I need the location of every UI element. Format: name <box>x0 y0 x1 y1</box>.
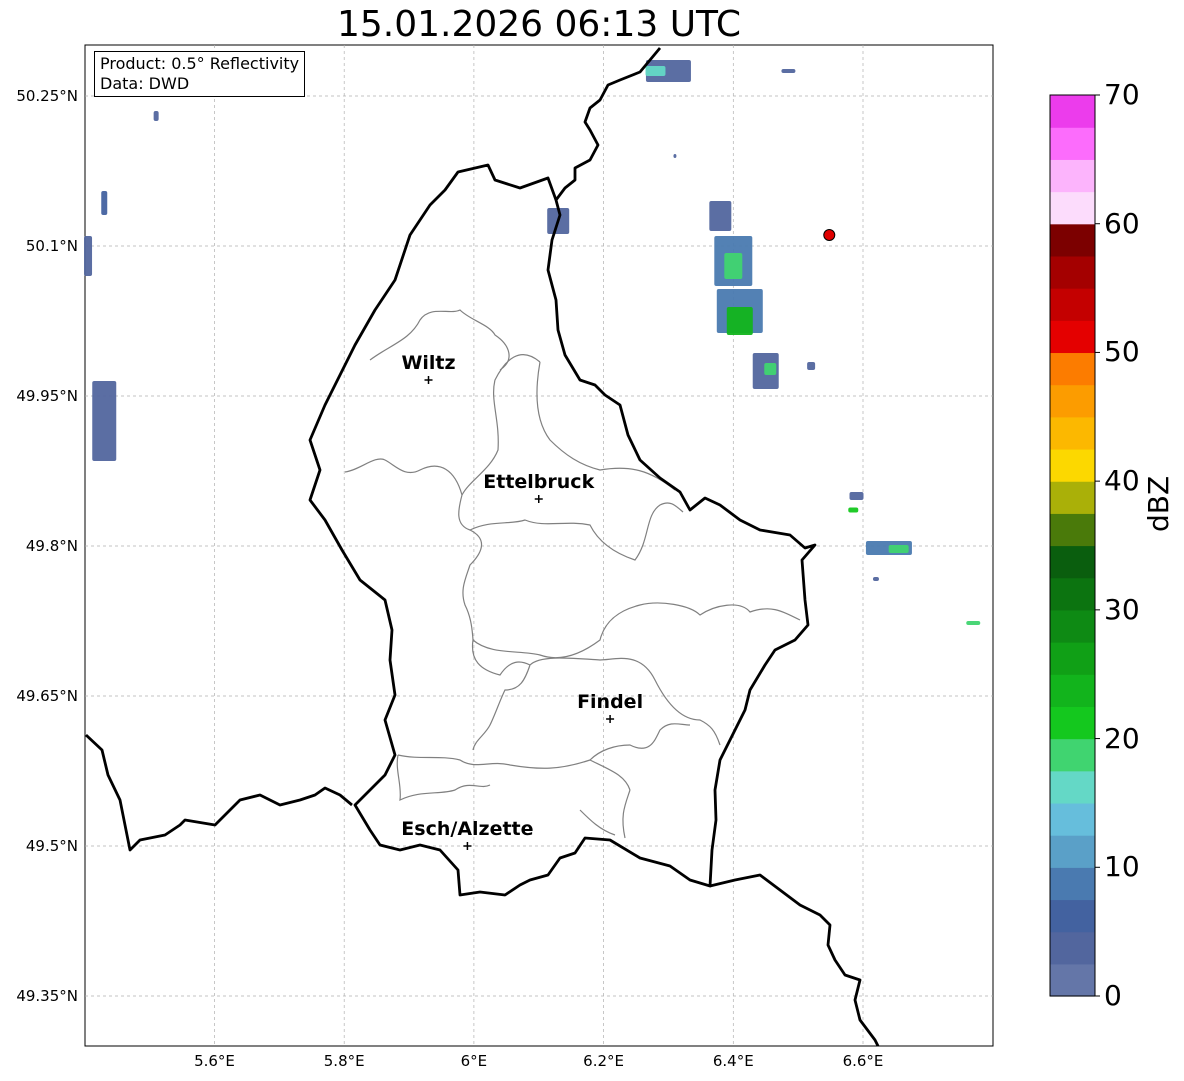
colorbar-tick-label: 50 <box>1104 335 1140 369</box>
colorbar-segment <box>1050 191 1095 225</box>
lat-tick-label: 49.95°N <box>16 387 78 405</box>
radar-echo <box>645 66 666 76</box>
lon-tick-label: 6.2°E <box>583 1052 625 1070</box>
map-frame <box>84 44 994 1047</box>
colorbar-tick-label: 10 <box>1104 850 1140 884</box>
colorbar-unit-label: dBZ <box>1142 475 1175 532</box>
colorbar-segment <box>1050 352 1095 386</box>
colorbar-segment <box>1050 448 1095 482</box>
colorbar-segment <box>1050 899 1095 933</box>
colorbar-segment <box>1050 127 1095 160</box>
colorbar-segment <box>1050 867 1095 901</box>
radar-echo <box>966 621 981 625</box>
radar-echo <box>709 201 732 231</box>
colorbar <box>1050 95 1095 997</box>
colorbar-segment <box>1050 609 1095 643</box>
colorbar-tick-label: 60 <box>1104 206 1140 240</box>
radar-echo <box>848 507 859 513</box>
lat-tick-label: 49.5°N <box>25 837 78 855</box>
radar-echo <box>872 577 879 581</box>
colorbar-tick-label: 40 <box>1104 464 1140 498</box>
colorbar-tick-label: 0 <box>1104 979 1122 1012</box>
colorbar-segment <box>1050 288 1095 321</box>
radar-echo <box>101 191 108 215</box>
colorbar-segment <box>1050 481 1095 514</box>
colorbar-segment <box>1050 545 1095 579</box>
colorbar-segment <box>1050 738 1095 772</box>
product-info-box: Product: 0.5° Reflectivity Data: DWD <box>94 51 306 97</box>
lon-tick-label: 6.6°E <box>842 1052 884 1070</box>
radar-map <box>84 44 1100 1047</box>
colorbar-segment <box>1050 931 1095 965</box>
colorbar-segment <box>1050 159 1095 193</box>
radar-echo <box>807 362 816 370</box>
colorbar-segment <box>1050 802 1095 836</box>
radar-echo <box>673 154 677 158</box>
radar-echo <box>92 381 117 461</box>
colorbar-tick-label: 70 <box>1104 78 1140 111</box>
colorbar-segment <box>1050 674 1095 707</box>
radar-site-marker <box>823 229 836 241</box>
city-label: Ettelbruck <box>483 471 595 493</box>
product-label: Product: 0.5° Reflectivity <box>100 54 300 73</box>
colorbar-tick-marks <box>1095 94 1100 997</box>
colorbar-segment <box>1050 95 1095 128</box>
colorbar-segment <box>1050 835 1095 868</box>
radar-echo <box>781 69 796 73</box>
colorbar-segment <box>1050 513 1095 547</box>
lat-tick-label: 50.1°N <box>25 237 78 255</box>
colorbar-tick-label: 30 <box>1104 592 1140 626</box>
radar-echo <box>153 111 159 121</box>
colorbar-segment <box>1050 577 1095 611</box>
colorbar-segment <box>1050 255 1095 289</box>
lon-tick-label: 5.8°E <box>323 1052 365 1070</box>
data-source-label: Data: DWD <box>100 74 190 93</box>
city-label: Esch/Alzette <box>401 818 534 840</box>
radar-echo <box>764 363 777 375</box>
colorbar-segment <box>1050 384 1095 418</box>
colorbar-tick-label: 20 <box>1104 721 1140 755</box>
radar-echo <box>726 307 753 335</box>
lat-tick-label: 49.35°N <box>16 987 78 1005</box>
colorbar-segment <box>1050 416 1095 450</box>
lon-tick-label: 6.4°E <box>712 1052 754 1070</box>
lat-tick-label: 49.8°N <box>25 537 78 555</box>
lat-tick-label: 50.25°N <box>16 87 78 105</box>
city-label: Findel <box>577 691 644 713</box>
colorbar-segment <box>1050 706 1095 740</box>
colorbar-segment <box>1050 642 1095 675</box>
colorbar-segment <box>1050 770 1095 804</box>
colorbar-segment <box>1050 320 1095 354</box>
lat-tick-label: 49.65°N <box>16 687 78 705</box>
colorbar-segment <box>1050 963 1095 997</box>
radar-echo <box>849 492 864 500</box>
lon-tick-label: 6°E <box>460 1052 488 1070</box>
radar-echo <box>888 545 909 553</box>
radar-echo <box>724 253 743 279</box>
colorbar-segment <box>1050 223 1095 257</box>
lon-tick-label: 5.6°E <box>194 1052 235 1070</box>
city-label: Wiltz <box>401 352 456 374</box>
radar-echo <box>84 236 93 276</box>
